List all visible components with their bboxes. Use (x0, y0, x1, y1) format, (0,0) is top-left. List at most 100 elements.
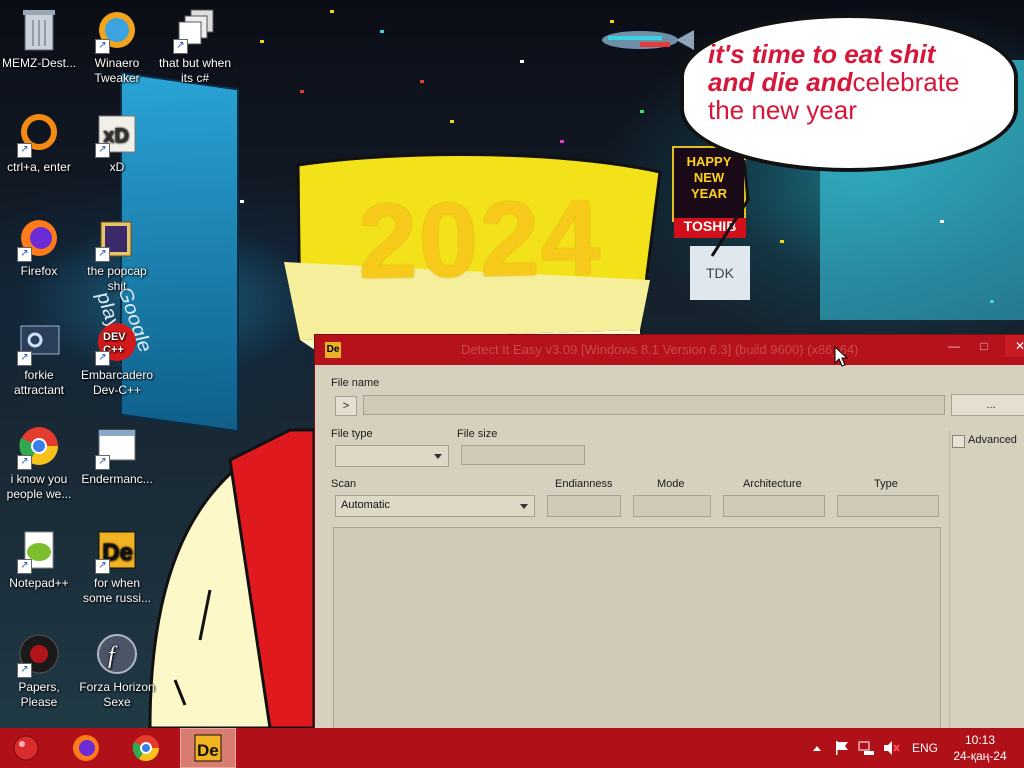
desktop-icon-label: that but when its c# (158, 56, 232, 85)
shortcut-arrow-icon: ↗ (95, 455, 110, 470)
winaero-icon: ↗ (93, 6, 141, 54)
architecture-label: Architecture (743, 478, 802, 490)
desktop-icon-forkie[interactable]: ↗ forkie attractant (0, 318, 78, 398)
desktop-icon-notepadpp[interactable]: ↗ Notepad++ (0, 526, 78, 591)
flash-icon: f (93, 630, 141, 678)
hxd-icon: xD ↗ (93, 110, 141, 158)
desktop-icon-devcpp[interactable]: DEV C++ ↗ Embarcadero Dev-C++ (78, 318, 156, 398)
desktop-icon-label: the popcap shit (87, 264, 147, 293)
endianness-label: Endianness (555, 478, 613, 490)
firefox-icon: ↗ (15, 214, 63, 262)
language-indicator[interactable]: ENG (912, 728, 938, 768)
desktop-icon-label: Embarcadero Dev-C++ (80, 368, 154, 397)
right-panel: Advanced (949, 431, 1024, 729)
chevron-up-icon (813, 746, 821, 751)
browse-button[interactable]: ... (951, 394, 1024, 416)
settings-monitor-icon: ↗ (15, 318, 63, 366)
type-label: Type (874, 478, 898, 490)
desktop-icon-label: Notepad++ (9, 576, 69, 590)
file-size-label: File size (457, 428, 498, 440)
notepadpp-icon: ↗ (15, 526, 63, 574)
svg-text:DEV: DEV (103, 331, 126, 343)
desktop-icon-label: Papers, Please (18, 680, 60, 709)
popcap-icon: ↗ (93, 214, 141, 262)
shortcut-arrow-icon: ↗ (95, 247, 110, 262)
shortcut-arrow-icon: ↗ (17, 351, 32, 366)
desktop-icon-label: Winaero Tweaker (94, 56, 140, 85)
desktop-icon-csharp[interactable]: ↗ that but when its c# (156, 6, 234, 86)
devcpp-icon: DEV C++ ↗ (93, 318, 141, 366)
svg-text:De: De (197, 741, 219, 760)
close-button[interactable]: ✕ (1005, 335, 1024, 357)
shortcut-arrow-icon: ↗ (17, 455, 32, 470)
clock[interactable]: 10:13 24-қаң-24 (952, 728, 1008, 768)
open-file-button[interactable]: > (335, 396, 357, 416)
app-icon: De (325, 342, 341, 358)
desktop-icon-die[interactable]: De ↗ for when some russi... (78, 526, 156, 606)
papers-please-icon: ↗ (15, 630, 63, 678)
detect-it-easy-icon: De (194, 734, 222, 762)
advanced-checkbox[interactable] (952, 435, 965, 448)
minimize-button[interactable]: — (939, 335, 969, 357)
architecture-field (723, 495, 825, 517)
shortcut-arrow-icon: ↗ (95, 39, 110, 54)
window-titlebar[interactable]: De Detect It Easy v3.09 [Windows 8.1 Ver… (315, 335, 1024, 365)
desktop-icon-papers-please[interactable]: ↗ Papers, Please (0, 630, 78, 710)
desktop-icon-forza[interactable]: f Forza Horizon Sexe (78, 630, 156, 710)
detect-it-easy-icon: De ↗ (93, 526, 141, 574)
clock-time: 10:13 (964, 733, 996, 747)
action-center-flag[interactable] (834, 728, 850, 768)
bubble-tail (710, 159, 750, 257)
desktop-icon-endermanch[interactable]: ↗ Endermanc... (78, 422, 156, 487)
shortcut-arrow-icon: ↗ (173, 39, 188, 54)
mode-field (633, 495, 711, 517)
desktop-icon-xd[interactable]: xD ↗ xD (78, 110, 156, 175)
file-name-label: File name (331, 377, 380, 389)
start-orb-icon (13, 735, 39, 761)
maximize-button[interactable]: □ (969, 335, 999, 357)
desktop-icon-ctrl-a[interactable]: ↗ ctrl+a, enter (0, 110, 78, 175)
shortcut-arrow-icon: ↗ (17, 143, 32, 158)
chevron-down-icon (520, 504, 528, 509)
file-type-select[interactable] (335, 445, 449, 467)
shortcut-arrow-icon: ↗ (95, 143, 110, 158)
start-button[interactable] (0, 728, 52, 768)
chrome-icon: ↗ (15, 422, 63, 470)
desktop-icon-chrome[interactable]: ↗ i know you people we... (0, 422, 78, 502)
shortcut-arrow-icon: ↗ (17, 663, 32, 678)
desktop-icon-label: xD (109, 160, 125, 174)
speech-bubble: it's time to eat shit and die andcelebra… (680, 14, 1018, 172)
detect-it-easy-window[interactable]: De Detect It Easy v3.09 [Windows 8.1 Ver… (314, 334, 1024, 730)
taskbar-detect-it-easy[interactable]: De (180, 728, 236, 768)
desktop-icon-winaero[interactable]: ↗ Winaero Tweaker (78, 6, 156, 86)
network-icon (858, 741, 874, 755)
file-name-input[interactable] (363, 395, 945, 415)
chrome-icon (132, 735, 160, 762)
desktop-icon-label: ctrl+a, enter (7, 160, 71, 174)
desktop-icon-memz[interactable]: MEMZ-Dest... (0, 6, 78, 71)
volume-tray-icon[interactable] (882, 728, 900, 768)
taskbar-firefox[interactable] (58, 728, 114, 768)
desktop-icon-popcap[interactable]: ↗ the popcap shit (78, 214, 156, 294)
desktop-icon-firefox[interactable]: ↗ Firefox (0, 214, 78, 279)
scan-select-value: Automatic (341, 499, 390, 511)
scan-results-area[interactable] (333, 527, 941, 729)
file-size-field (461, 445, 585, 465)
stacked-windows-icon: ↗ (171, 6, 219, 54)
taskbar-chrome[interactable] (118, 728, 174, 768)
desktop-icon-label: Endermanc... (81, 472, 153, 486)
taskbar: De ENG 10:13 24-қаң-24 (0, 728, 1024, 768)
desktop-icon-label: Forza Horizon Sexe (79, 680, 155, 709)
desktop-icon-label: MEMZ-Dest... (2, 56, 76, 70)
network-tray-icon[interactable] (858, 728, 876, 768)
recycle-bin-icon (15, 6, 63, 54)
scan-label: Scan (331, 478, 357, 490)
bubble-line-3: celebrate (852, 67, 960, 97)
bubble-line-2: and die and (708, 67, 853, 97)
mouse-cursor-icon (834, 346, 848, 367)
fish-icon (602, 30, 694, 50)
endianness-field (547, 495, 621, 517)
show-hidden-icons-button[interactable] (812, 728, 822, 768)
scan-select[interactable]: Automatic (335, 495, 535, 517)
type-field (837, 495, 939, 517)
